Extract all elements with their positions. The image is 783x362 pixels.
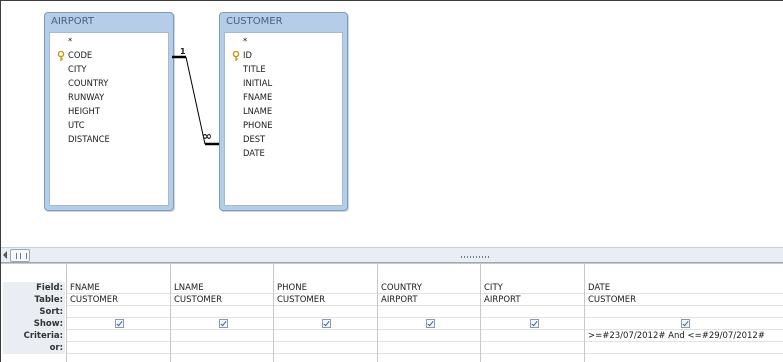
table-airport-field-list[interactable]: * CODE CITY COUNTRY RUNWAY HEIGHT UTC DI…: [49, 32, 169, 206]
or-cell[interactable]: [481, 342, 585, 354]
table-customer-field-list[interactable]: * ID TITLE INITIAL FNAME LNAME PHONE DES…: [224, 32, 343, 206]
primary-key-icon: [232, 51, 240, 61]
field-cell[interactable]: CITY: [481, 282, 585, 294]
table-customer-title[interactable]: CUSTOMER: [220, 13, 347, 31]
scroll-left-arrow-icon[interactable]: [3, 251, 7, 259]
grid-column[interactable]: COUNTRY AIRPORT: [377, 263, 481, 362]
show-checkbox[interactable]: [322, 319, 331, 328]
field-all-star[interactable]: *: [68, 34, 72, 48]
table-cell[interactable]: CUSTOMER: [585, 294, 783, 306]
field-item[interactable]: LNAME: [243, 104, 272, 118]
criteria-cell[interactable]: [274, 330, 378, 342]
field-item[interactable]: FNAME: [243, 90, 272, 104]
field-item[interactable]: CITY: [68, 62, 87, 76]
table-diagram-pane[interactable]: AIRPORT * CODE CITY COUNTRY RUNWAY HEIGH…: [1, 1, 783, 247]
row-label-sort: Sort:: [3, 306, 65, 318]
sort-cell[interactable]: [481, 306, 585, 318]
field-all-star[interactable]: *: [243, 34, 247, 48]
field-item[interactable]: DEST: [243, 132, 265, 146]
field-cell[interactable]: FNAME: [67, 282, 171, 294]
show-cell[interactable]: [481, 318, 585, 330]
table-cell[interactable]: AIRPORT: [378, 294, 481, 306]
show-checkbox[interactable]: [426, 319, 435, 328]
scrollbar-thumb[interactable]: [10, 249, 30, 262]
table-customer[interactable]: CUSTOMER * ID TITLE INITIAL FNAME LNAME …: [219, 12, 348, 211]
row-label-or: or:: [3, 342, 65, 354]
table-cell[interactable]: CUSTOMER: [171, 294, 274, 306]
field-item[interactable]: INITIAL: [243, 76, 272, 90]
grid-column[interactable]: DATE CUSTOMER >=#23/07/2012# And <=#29/0…: [584, 263, 783, 362]
or-cell[interactable]: [585, 342, 783, 354]
or-cell[interactable]: [67, 342, 171, 354]
table-cell[interactable]: CUSTOMER: [274, 294, 378, 306]
grid-column[interactable]: PHONE CUSTOMER: [273, 263, 378, 362]
sort-cell[interactable]: [274, 306, 378, 318]
show-checkbox[interactable]: [681, 319, 690, 328]
show-cell[interactable]: [274, 318, 378, 330]
row-label-field: Field:: [3, 282, 65, 294]
field-cell[interactable]: DATE: [585, 282, 783, 294]
splitter-grip-icon[interactable]: [461, 256, 491, 258]
query-design-grid[interactable]: Field: Table: Sort: Show: Criteria: or: …: [1, 263, 783, 362]
relationship-many-label: ∞: [202, 129, 212, 143]
criteria-cell[interactable]: >=#23/07/2012# And <=#29/07/2012#: [585, 330, 783, 342]
table-cell[interactable]: CUSTOMER: [67, 294, 171, 306]
criteria-cell[interactable]: [67, 330, 171, 342]
show-cell[interactable]: [171, 318, 274, 330]
grid-column[interactable]: LNAME CUSTOMER: [170, 263, 274, 362]
field-item[interactable]: RUNWAY: [68, 90, 104, 104]
field-item[interactable]: HEIGHT: [68, 104, 100, 118]
relationship-join-line[interactable]: [172, 51, 220, 151]
show-checkbox[interactable]: [530, 319, 539, 328]
field-item[interactable]: COUNTRY: [68, 76, 108, 90]
show-checkbox[interactable]: [219, 319, 228, 328]
show-cell[interactable]: [67, 318, 171, 330]
row-label-show: Show:: [3, 318, 65, 330]
show-checkbox[interactable]: [115, 319, 124, 328]
criteria-cell[interactable]: [378, 330, 481, 342]
field-item[interactable]: UTC: [68, 118, 85, 132]
criteria-cell[interactable]: [481, 330, 585, 342]
field-code[interactable]: CODE: [68, 48, 92, 62]
table-airport-title[interactable]: AIRPORT: [45, 13, 173, 31]
row-label-table: Table:: [3, 294, 65, 306]
field-item[interactable]: DATE: [243, 146, 265, 160]
field-cell[interactable]: LNAME: [171, 282, 274, 294]
row-label-criteria: Criteria:: [3, 330, 65, 342]
sort-cell[interactable]: [67, 306, 171, 318]
or-cell[interactable]: [378, 342, 481, 354]
sort-cell[interactable]: [378, 306, 481, 318]
sort-cell[interactable]: [585, 306, 783, 318]
field-cell[interactable]: PHONE: [274, 282, 378, 294]
primary-key-icon: [57, 51, 65, 61]
or-cell[interactable]: [274, 342, 378, 354]
show-cell[interactable]: [585, 318, 783, 330]
or-cell[interactable]: [171, 342, 274, 354]
field-item[interactable]: DISTANCE: [68, 132, 110, 146]
sort-cell[interactable]: [171, 306, 274, 318]
field-item[interactable]: TITLE: [243, 62, 266, 76]
pane-splitter[interactable]: [1, 247, 783, 263]
criteria-cell[interactable]: [171, 330, 274, 342]
grid-column[interactable]: FNAME CUSTOMER: [66, 263, 171, 362]
table-cell[interactable]: AIRPORT: [481, 294, 585, 306]
field-cell[interactable]: COUNTRY: [378, 282, 481, 294]
relationship-one-label: 1: [180, 47, 186, 56]
field-item[interactable]: PHONE: [243, 118, 273, 132]
show-cell[interactable]: [378, 318, 481, 330]
table-airport[interactable]: AIRPORT * CODE CITY COUNTRY RUNWAY HEIGH…: [44, 12, 174, 211]
field-id[interactable]: ID: [243, 48, 252, 62]
grid-column[interactable]: CITY AIRPORT: [480, 263, 585, 362]
